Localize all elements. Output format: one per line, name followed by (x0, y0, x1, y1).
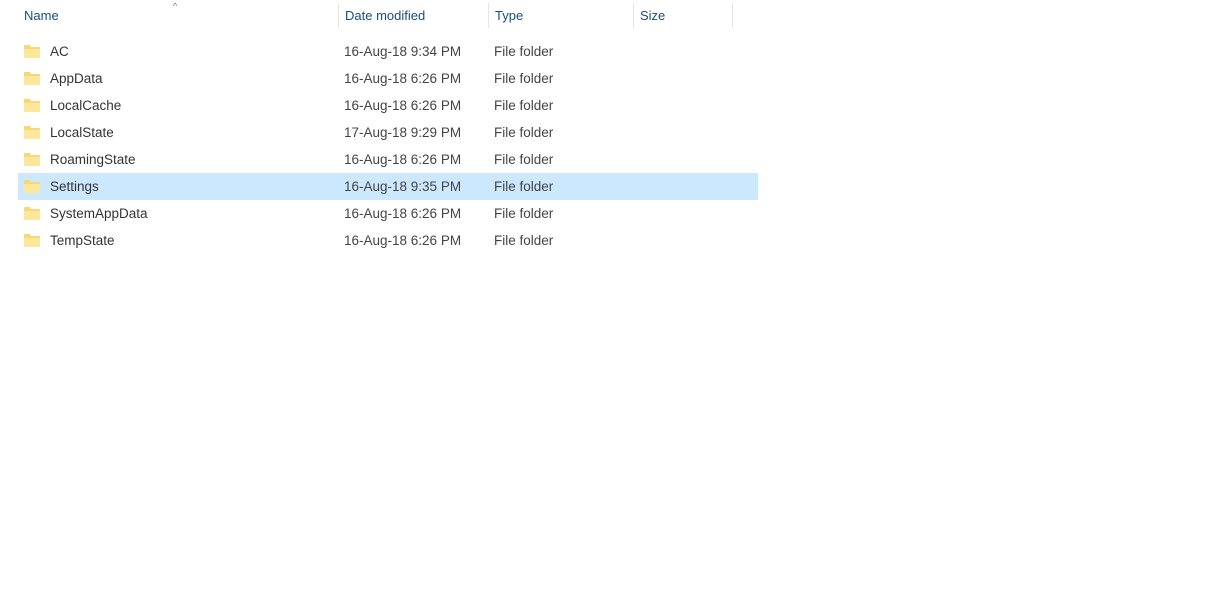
file-name-label: RoamingState (50, 152, 136, 167)
file-name-cell: AppData (18, 71, 338, 86)
file-date-cell: 16-Aug-18 6:26 PM (338, 71, 488, 86)
folder-icon (24, 99, 40, 112)
file-date-cell: 16-Aug-18 6:26 PM (338, 206, 488, 221)
column-header-name-label: Name (24, 8, 59, 23)
column-header-date-label: Date modified (345, 8, 425, 23)
file-date-cell: 16-Aug-18 6:26 PM (338, 98, 488, 113)
file-name-cell: LocalCache (18, 98, 338, 113)
file-name-label: LocalCache (50, 98, 121, 113)
file-row[interactable]: TempState 16-Aug-18 6:26 PMFile folder (18, 227, 758, 254)
column-header-date[interactable]: Date modified (338, 3, 488, 28)
file-name-cell: SystemAppData (18, 206, 338, 221)
folder-icon (24, 153, 40, 166)
file-name-cell: AC (18, 44, 338, 59)
file-type-cell: File folder (488, 98, 633, 113)
column-header-size-label: Size (640, 8, 665, 23)
file-type-cell: File folder (488, 206, 633, 221)
file-name-label: LocalState (50, 125, 114, 140)
file-name-label: SystemAppData (50, 206, 148, 221)
folder-icon (24, 126, 40, 139)
file-name-label: AppData (50, 71, 103, 86)
file-row[interactable]: LocalCache 16-Aug-18 6:26 PMFile folder (18, 92, 758, 119)
file-row[interactable]: AC 16-Aug-18 9:34 PMFile folder (18, 38, 758, 65)
file-name-cell: LocalState (18, 125, 338, 140)
file-name-cell: Settings (18, 179, 338, 194)
file-date-cell: 16-Aug-18 6:26 PM (338, 233, 488, 248)
file-type-cell: File folder (488, 71, 633, 86)
file-date-cell: 16-Aug-18 6:26 PM (338, 152, 488, 167)
file-row[interactable]: SystemAppData 16-Aug-18 6:26 PMFile folde… (18, 200, 758, 227)
file-row[interactable]: Settings 16-Aug-18 9:35 PMFile folder (18, 173, 758, 200)
folder-icon (24, 207, 40, 220)
folder-icon (24, 234, 40, 247)
file-type-cell: File folder (488, 152, 633, 167)
file-name-label: AC (50, 44, 69, 59)
file-name-cell: RoamingState (18, 152, 338, 167)
folder-icon (24, 180, 40, 193)
file-type-cell: File folder (488, 125, 633, 140)
file-date-cell: 16-Aug-18 9:35 PM (338, 179, 488, 194)
file-type-cell: File folder (488, 233, 633, 248)
file-type-cell: File folder (488, 179, 633, 194)
file-date-cell: 16-Aug-18 9:34 PM (338, 44, 488, 59)
column-header-size[interactable]: Size (633, 3, 733, 28)
column-header-type-label: Type (495, 8, 523, 23)
file-row[interactable]: AppData 16-Aug-18 6:26 PMFile folder (18, 65, 758, 92)
file-list: Name ^ Date modified Type Size AC 16-Aug-… (18, 0, 758, 254)
file-row[interactable]: RoamingState 16-Aug-18 6:26 PMFile folder (18, 146, 758, 173)
file-name-cell: TempState (18, 233, 338, 248)
file-row[interactable]: LocalState 17-Aug-18 9:29 PMFile folder (18, 119, 758, 146)
file-rows: AC16-Aug-18 9:34 PMFile folder AppData16… (18, 38, 758, 254)
folder-icon (24, 72, 40, 85)
column-header-row: Name ^ Date modified Type Size (18, 0, 758, 30)
folder-icon (24, 45, 40, 58)
file-name-label: Settings (50, 179, 99, 194)
column-header-type[interactable]: Type (488, 3, 633, 28)
file-name-label: TempState (50, 233, 115, 248)
sort-ascending-icon: ^ (173, 1, 177, 11)
column-header-name[interactable]: Name ^ (18, 3, 338, 28)
file-date-cell: 17-Aug-18 9:29 PM (338, 125, 488, 140)
file-type-cell: File folder (488, 44, 633, 59)
